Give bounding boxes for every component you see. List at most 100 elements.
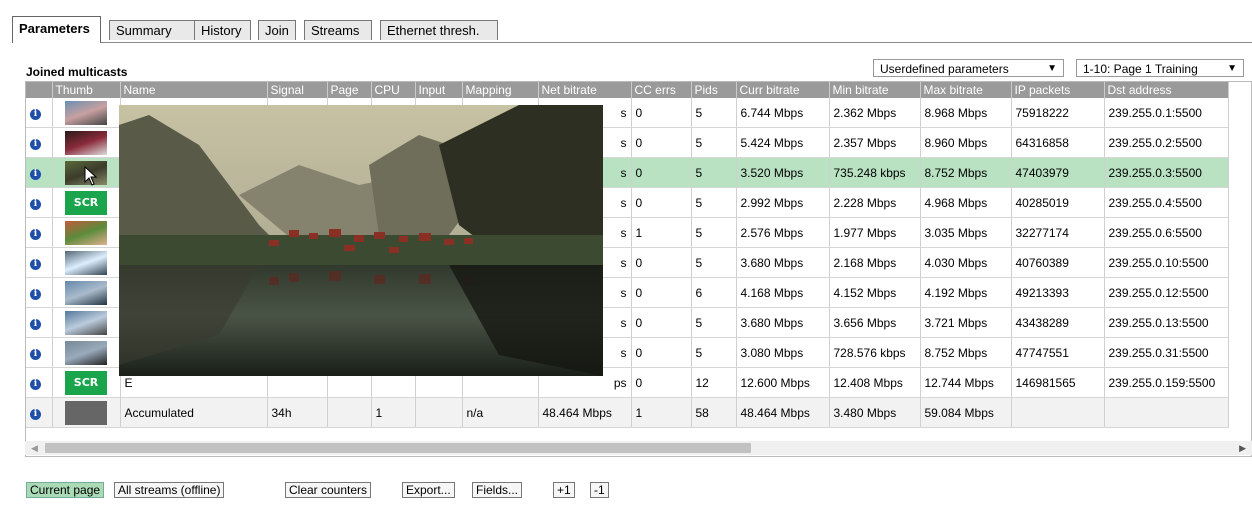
info-cell[interactable]: i (26, 98, 53, 128)
thumbnail-cell (52, 397, 121, 428)
current-page-button[interactable]: Current page (26, 482, 105, 498)
min-bitrate: 2.357 Mbps (829, 127, 921, 158)
thumbnail-cell[interactable] (52, 247, 121, 278)
stream-name: Accumulated (120, 397, 268, 428)
thumbnail-cell[interactable] (52, 337, 121, 368)
ip-packets: 47747551 (1011, 337, 1105, 368)
column-header[interactable]: Input (415, 82, 463, 98)
fields-button[interactable]: Fields... (472, 482, 523, 498)
input-cell (415, 397, 463, 428)
tab-streams[interactable]: Streams (304, 20, 372, 40)
thumbnail-cell[interactable] (52, 307, 121, 338)
thumbnail-cell[interactable] (52, 98, 121, 128)
info-cell[interactable]: i (26, 337, 53, 368)
page-value: 1-10: Page 1 Training (1083, 62, 1198, 76)
ip-packets: 32277174 (1011, 217, 1105, 248)
ip-packets: 43438289 (1011, 307, 1105, 338)
param-set-dropdown[interactable]: Userdefined parameters ▼ (873, 59, 1064, 77)
info-cell[interactable]: i (26, 307, 53, 338)
info-icon[interactable]: i (30, 379, 41, 390)
thumbnail-image[interactable] (65, 250, 107, 275)
thumbnail-cell[interactable] (52, 277, 121, 308)
column-header[interactable]: Min bitrate (829, 82, 921, 98)
column-header[interactable]: Pids (691, 82, 737, 98)
pids: 5 (691, 337, 737, 368)
column-header[interactable]: Mapping (462, 82, 539, 98)
column-header[interactable]: Thumb (52, 82, 121, 98)
info-cell[interactable]: i (26, 397, 53, 428)
column-header[interactable]: Dst address (1104, 82, 1229, 98)
curr-bitrate: 3.680 Mbps (736, 247, 830, 278)
column-header[interactable] (26, 82, 53, 98)
thumbnail-cell[interactable]: SCR (52, 187, 121, 218)
column-header[interactable]: Net bitrate (538, 82, 632, 98)
curr-bitrate: 3.680 Mbps (736, 307, 830, 338)
thumbnail-image[interactable] (65, 130, 107, 155)
thumbnail-cell[interactable] (52, 217, 121, 248)
column-header[interactable]: Curr bitrate (736, 82, 830, 98)
scroll-left-icon[interactable]: ◀ (31, 441, 38, 455)
info-cell[interactable]: i (26, 127, 53, 158)
dst-address: 239.255.0.4:5500 (1104, 187, 1229, 218)
info-icon[interactable]: i (30, 349, 41, 360)
info-cell[interactable]: i (26, 277, 53, 308)
thumbnail-image[interactable] (65, 100, 107, 125)
minus-one-button[interactable]: -1 (590, 482, 609, 498)
thumbnail-image[interactable] (65, 310, 107, 335)
thumbnail-cell[interactable]: SCR (52, 367, 121, 398)
info-icon[interactable]: i (30, 259, 41, 270)
info-cell[interactable]: i (26, 247, 53, 278)
page-dropdown[interactable]: 1-10: Page 1 Training ▼ (1076, 59, 1244, 77)
scrollbar-thumb[interactable] (45, 443, 751, 453)
info-cell[interactable]: i (26, 157, 53, 188)
plus-one-button[interactable]: +1 (553, 482, 575, 498)
dst-address: 239.255.0.13:5500 (1104, 307, 1229, 338)
info-icon[interactable]: i (30, 169, 41, 180)
thumbnail-image[interactable] (65, 340, 107, 365)
thumbnail-cell[interactable] (52, 127, 121, 158)
tab-history[interactable]: History (194, 20, 251, 40)
clear-counters-button[interactable]: Clear counters (285, 482, 372, 498)
thumbnail-scr-logo[interactable]: SCR (65, 370, 107, 395)
thumbnail-scr-logo[interactable]: SCR (65, 190, 107, 215)
export-button[interactable]: Export... (402, 482, 455, 498)
max-bitrate: 8.968 Mbps (920, 98, 1012, 128)
cc-errs: 1 (631, 217, 692, 248)
cc-errs: 0 (631, 187, 692, 218)
tab-join[interactable]: Join (258, 20, 296, 40)
tab-summary[interactable]: Summary (109, 20, 195, 40)
column-header[interactable]: IP packets (1011, 82, 1105, 98)
info-icon[interactable]: i (30, 109, 41, 120)
column-header[interactable]: CC errs (631, 82, 692, 98)
dropdown-arrow-icon: ▼ (1047, 63, 1057, 74)
ip-packets: 40285019 (1011, 187, 1105, 218)
all-streams-button[interactable]: All streams (offline) (114, 482, 225, 498)
info-cell[interactable]: i (26, 187, 53, 218)
cc-errs: 0 (631, 157, 692, 188)
info-icon[interactable]: i (30, 409, 41, 420)
horizontal-scrollbar[interactable]: ◀ ▶ (25, 441, 1252, 455)
info-cell[interactable]: i (26, 367, 53, 398)
scroll-right-icon[interactable]: ▶ (1239, 441, 1246, 455)
info-icon[interactable]: i (30, 139, 41, 150)
column-header[interactable]: CPU (371, 82, 416, 98)
info-icon[interactable]: i (30, 289, 41, 300)
column-header[interactable]: Signal (267, 82, 328, 98)
accumulated-row[interactable]: i Accumulated 34h 1 n/a 48.464 Mbps 1 58 48.464 … (26, 397, 1229, 428)
thumbnail-image[interactable] (65, 280, 107, 305)
info-icon[interactable]: i (30, 229, 41, 240)
info-icon[interactable]: i (30, 199, 41, 210)
thumbnail-placeholder (65, 400, 107, 425)
mapping-cell: n/a (462, 397, 539, 428)
column-header[interactable]: Page (327, 82, 372, 98)
column-header[interactable]: Max bitrate (920, 82, 1012, 98)
tab-ethernet-thresh[interactable]: Ethernet thresh. (380, 20, 498, 40)
column-header[interactable]: Name (120, 82, 268, 98)
info-icon[interactable]: i (30, 319, 41, 330)
ip-packets: 64316858 (1011, 127, 1105, 158)
max-bitrate: 4.192 Mbps (920, 277, 1012, 308)
tab-parameters[interactable]: Parameters (12, 16, 101, 43)
info-cell[interactable]: i (26, 217, 53, 248)
thumbnail-image[interactable] (65, 220, 107, 245)
min-bitrate: 2.362 Mbps (829, 98, 921, 128)
